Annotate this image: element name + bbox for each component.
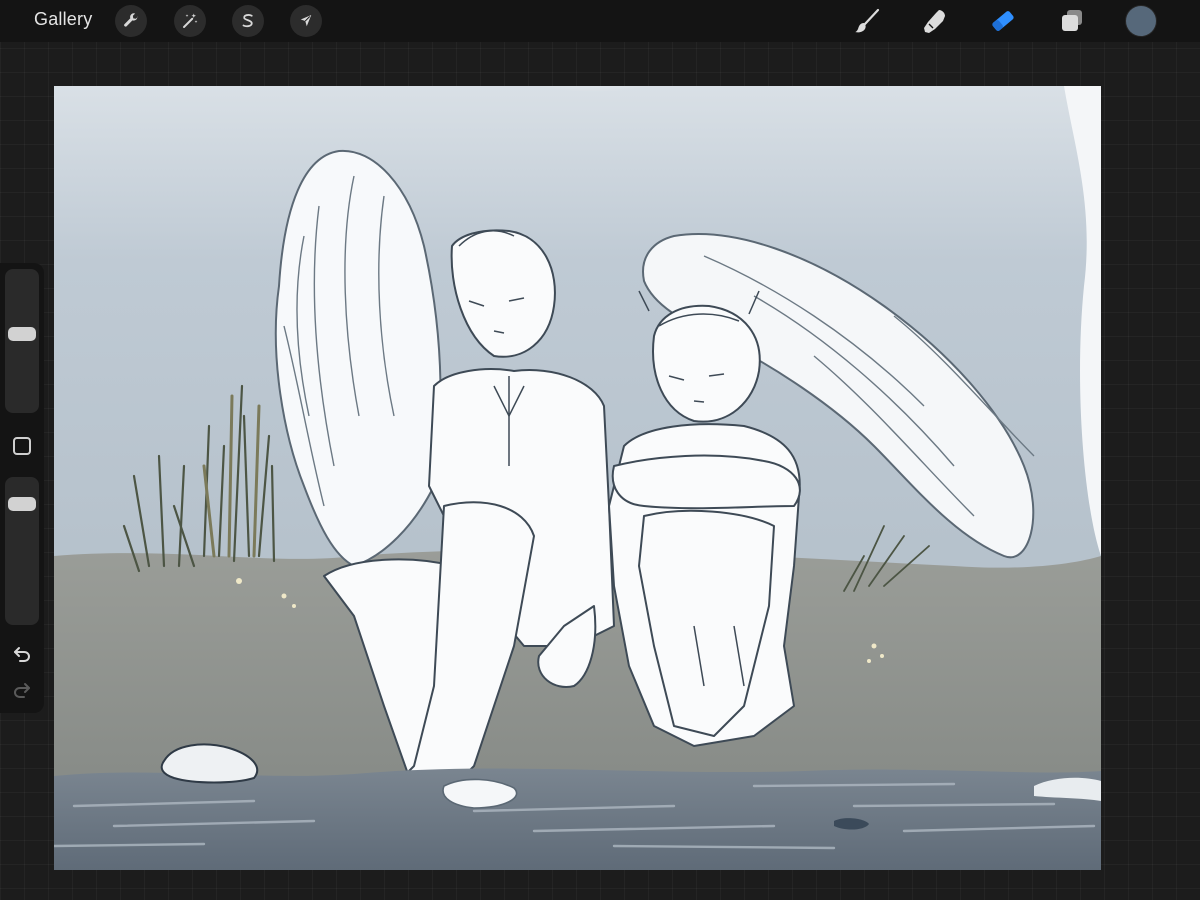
layers-icon [1062,10,1082,31]
top-toolbar: Gallery [0,0,1200,42]
opacity-thumb[interactable] [8,497,36,511]
opacity-slider[interactable] [5,477,39,625]
redo-button[interactable] [10,679,34,701]
layers-button[interactable] [1055,5,1089,37]
redo-icon [13,683,30,698]
wrench-icon [124,13,139,27]
brush-size-slider[interactable] [5,269,39,413]
smudge-icon [924,10,945,33]
actions-button[interactable] [115,5,147,37]
sketch-artwork [54,86,1101,870]
modify-button[interactable] [13,437,31,455]
procreate-app: Gallery [0,0,1200,900]
brush-icon [855,8,880,33]
left-sidebar [0,263,44,713]
magic-wand-icon [183,13,198,28]
drawing-canvas[interactable] [54,86,1101,870]
selection-button[interactable] [232,5,264,37]
undo-icon [14,647,31,662]
gallery-button[interactable]: Gallery [34,9,92,30]
eraser-icon [992,11,1014,31]
adjustments-button[interactable] [174,5,206,37]
undo-button[interactable] [10,643,34,665]
smudge-tool-button[interactable] [918,5,952,37]
brush-tool-button[interactable] [850,5,884,37]
eraser-tool-button[interactable] [986,5,1020,37]
color-picker-button[interactable] [1126,6,1156,36]
selection-s-icon [242,14,253,28]
arrow-cursor-icon [300,15,312,27]
brush-size-thumb[interactable] [8,327,36,341]
transform-button[interactable] [290,5,322,37]
